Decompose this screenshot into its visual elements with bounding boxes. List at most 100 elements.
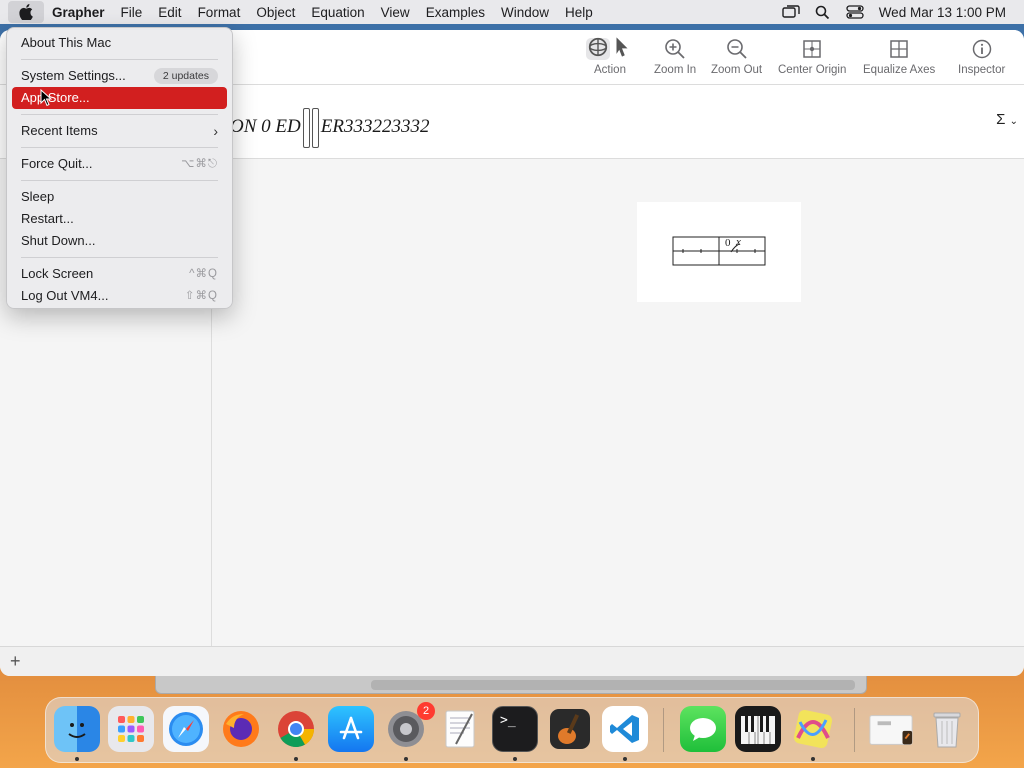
graph-axis-label: x — [735, 236, 741, 248]
system-settings-icon[interactable]: 2 — [383, 702, 435, 752]
equation-suffix: ER333223332 — [320, 116, 430, 137]
menu-window[interactable]: Window — [493, 5, 557, 20]
menu-item-shortcut: ⇧⌘Q — [184, 290, 218, 302]
vscode-icon[interactable] — [602, 706, 648, 752]
graph-area[interactable]: 0 x — [213, 159, 1024, 646]
toolbar-action-label: Action — [594, 64, 626, 76]
menu-bar-clock[interactable]: Wed Mar 13 1:00 PM — [871, 5, 1024, 20]
menu-file[interactable]: File — [113, 5, 151, 20]
messages-icon[interactable] — [680, 706, 726, 752]
menu-format[interactable]: Format — [190, 5, 249, 20]
info-icon — [972, 39, 991, 59]
control-center-icon[interactable] — [839, 5, 871, 19]
toolbar-zoom-out-label: Zoom Out — [711, 64, 763, 76]
zoom-out-icon — [726, 39, 747, 59]
graph-canvas[interactable]: 0 x — [637, 202, 801, 302]
menu-app-name[interactable]: Grapher — [44, 5, 113, 20]
dock: 2 >_ — [45, 697, 979, 763]
screen-mirroring-icon[interactable] — [775, 5, 807, 19]
window-bottom-bar: + — [0, 646, 1024, 676]
finder-icon[interactable] — [54, 706, 100, 752]
menu-item-label: About This Mac — [21, 35, 112, 50]
menu-item-recent-items[interactable]: Recent Items › — [12, 120, 227, 142]
menu-edit[interactable]: Edit — [150, 5, 189, 20]
toolbar-action[interactable]: Action — [586, 37, 634, 82]
toolbar-inspector-label: Inspector — [958, 64, 1006, 76]
equation-field[interactable]: ON 0 ED ER333223332 — [230, 108, 430, 148]
piano-icon[interactable] — [735, 706, 781, 752]
toolbar-equalize-axes[interactable]: Equalize Axes — [863, 38, 935, 82]
background-window-edge — [155, 676, 867, 694]
menu-item-shut-down[interactable]: Shut Down... — [12, 230, 227, 252]
updates-badge: 2 updates — [153, 68, 218, 84]
menu-separator — [21, 59, 218, 60]
menu-help[interactable]: Help — [557, 5, 601, 20]
running-indicator — [811, 757, 815, 761]
terminal-icon[interactable]: >_ — [492, 706, 538, 752]
toolbar-zoom-in[interactable]: Zoom In — [654, 38, 696, 82]
spotlight-search-icon[interactable] — [807, 5, 839, 20]
graph-plot: 0 x — [672, 236, 766, 266]
menu-object[interactable]: Object — [248, 5, 303, 20]
toolbar-center-origin-label: Center Origin — [778, 64, 847, 76]
textedit-icon[interactable] — [438, 706, 484, 752]
apple-menu-dropdown: About This Mac System Settings... 2 upda… — [6, 27, 233, 309]
equation-symbols-menu[interactable]: Σ ⌄ — [996, 111, 1018, 128]
running-indicator — [75, 757, 79, 761]
menu-item-log-out[interactable]: Log Out VM4... ⇧⌘Q — [12, 285, 227, 307]
sigma-icon: Σ — [996, 111, 1006, 128]
menu-item-shortcut: ^⌘Q — [189, 268, 218, 280]
firefox-icon[interactable] — [218, 706, 264, 752]
dock-separator — [854, 708, 855, 752]
rotate-icon[interactable] — [586, 37, 610, 60]
menu-separator — [21, 114, 218, 115]
chrome-icon[interactable] — [273, 706, 319, 752]
menu-item-restart[interactable]: Restart... — [12, 208, 227, 230]
grapher-icon[interactable] — [790, 706, 836, 752]
add-equation-button[interactable]: + — [10, 651, 21, 672]
launchpad-icon[interactable] — [108, 706, 154, 752]
menu-item-label: Shut Down... — [21, 233, 96, 248]
chevron-right-icon: › — [213, 123, 218, 139]
safari-icon[interactable] — [163, 706, 209, 752]
center-origin-icon — [803, 40, 821, 58]
app-store-icon[interactable] — [328, 706, 374, 752]
menu-item-label: System Settings... — [21, 68, 126, 83]
graph-origin-label: 0 — [725, 237, 731, 249]
scrollbar-thumb[interactable] — [371, 680, 855, 690]
toolbar-zoom-out[interactable]: Zoom Out — [711, 38, 762, 82]
apple-logo-icon — [19, 4, 33, 20]
menu-item-label: App Store... — [21, 90, 90, 105]
menu-equation[interactable]: Equation — [303, 5, 372, 20]
pointer-icon[interactable] — [610, 37, 634, 60]
menu-view[interactable]: View — [373, 5, 418, 20]
toolbar-inspector[interactable]: Inspector — [958, 38, 1005, 82]
menu-item-system-settings[interactable]: System Settings... 2 updates — [12, 65, 227, 87]
menu-item-lock-screen[interactable]: Lock Screen ^⌘Q — [12, 263, 227, 285]
menu-item-label: Force Quit... — [21, 156, 93, 171]
downloads-stack-icon[interactable] — [868, 706, 914, 752]
toolbar-zoom-in-label: Zoom In — [654, 64, 697, 76]
menu-item-label: Lock Screen — [21, 266, 94, 281]
menu-examples[interactable]: Examples — [418, 5, 493, 20]
apple-menu-button[interactable] — [8, 1, 44, 23]
mouse-cursor-icon — [40, 89, 52, 107]
running-indicator — [623, 757, 627, 761]
menu-item-sleep[interactable]: Sleep — [12, 186, 227, 208]
menu-item-force-quit[interactable]: Force Quit... ⌥⌘⎋ — [12, 153, 227, 175]
menu-item-shortcut: ⌥⌘⎋ — [181, 158, 218, 170]
trash-icon[interactable] — [924, 706, 970, 752]
toolbar-center-origin[interactable]: Center Origin — [778, 38, 846, 82]
menu-separator — [21, 257, 218, 258]
equation-prefix: ON 0 ED — [230, 116, 301, 137]
running-indicator — [513, 757, 517, 761]
menu-item-label: Recent Items — [21, 123, 98, 138]
garageband-icon[interactable] — [547, 706, 593, 752]
toolbar-equalize-axes-label: Equalize Axes — [863, 64, 936, 76]
menu-item-label: Restart... — [21, 211, 74, 226]
menu-item-about-this-mac[interactable]: About This Mac — [12, 32, 227, 54]
chevron-down-icon: ⌄ — [1009, 116, 1018, 127]
menu-item-label: Sleep — [21, 189, 55, 204]
running-indicator — [294, 757, 298, 761]
equation-placeholder-bars — [302, 108, 320, 148]
